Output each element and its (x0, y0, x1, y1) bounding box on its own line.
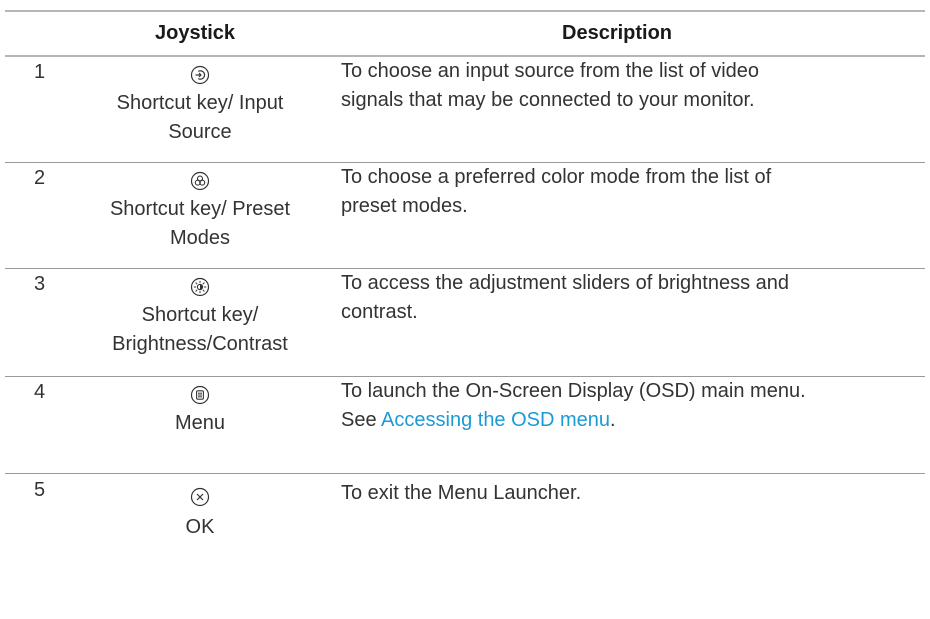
table-row: 4 Menu To launch the On-Screen Display (… (5, 377, 925, 474)
preset-modes-icon (190, 171, 210, 191)
description-column-header: Description (562, 22, 673, 44)
row-number: 5 (34, 479, 46, 501)
table-row: 2 Shortcut key/ Preset Modes To choose a… (5, 163, 925, 269)
table-row: 3 Shortcut key/ Brightness/Contrast To a… (5, 269, 925, 377)
joystick-label-line1: OK (185, 516, 215, 538)
description-line2: signals that may be connected to your mo… (341, 89, 755, 111)
description-line2: contrast. (341, 301, 418, 323)
joystick-label-line2: Modes (169, 227, 231, 249)
row-number: 1 (34, 61, 46, 83)
menu-icon (190, 385, 210, 405)
description-line1: To launch the On-Screen Display (OSD) ma… (341, 380, 806, 402)
joystick-label-line1: Shortcut key/ Input (116, 92, 284, 114)
description-cell: To access the adjustment sliders of brig… (341, 269, 916, 327)
description-see-prefix: See (341, 409, 382, 431)
description-line1: To choose a preferred color mode from th… (341, 166, 772, 188)
description-line1: To choose an input source from the list … (341, 60, 760, 82)
description-line1: To exit the Menu Launcher. (341, 482, 582, 504)
joystick-label-line1: Shortcut key/ (141, 304, 259, 326)
row-number: 4 (34, 381, 46, 403)
description-line1: To access the adjustment sliders of brig… (341, 272, 790, 294)
row-number: 2 (34, 167, 46, 189)
description-line2: See Accessing the OSD menu. (341, 406, 916, 435)
joystick-label-line1: Shortcut key/ Preset (109, 198, 291, 220)
joystick-label-line1: Menu (174, 412, 226, 434)
accessing-osd-menu-link[interactable]: Accessing the OSD menu (381, 409, 610, 431)
exit-icon (190, 487, 210, 507)
table-header: Joystick Description (5, 12, 925, 57)
row-number: 3 (34, 273, 46, 295)
brightness-contrast-icon (190, 277, 210, 297)
joystick-cell: Shortcut key/ Input Source (80, 61, 320, 147)
table-row: 1 Shortcut key/ Input Source To choose a… (5, 57, 925, 163)
description-line2: preset modes. (341, 195, 468, 217)
description-cell: To exit the Menu Launcher. (341, 479, 916, 508)
joystick-column-header: Joystick (155, 22, 236, 44)
joystick-table: Joystick Description 1 Shortcut key/ Inp… (5, 10, 925, 619)
joystick-cell: Menu (80, 381, 320, 438)
description-suffix: . (610, 409, 616, 431)
joystick-cell: OK (80, 483, 320, 542)
joystick-cell: Shortcut key/ Brightness/Contrast (80, 273, 320, 359)
description-cell: To choose an input source from the list … (341, 57, 916, 115)
joystick-cell: Shortcut key/ Preset Modes (80, 167, 320, 253)
description-cell: To choose a preferred color mode from th… (341, 163, 916, 221)
description-cell: To launch the On-Screen Display (OSD) ma… (341, 377, 916, 435)
joystick-label-line2: Brightness/Contrast (112, 333, 288, 355)
table-row: 5 OK To exit the Menu Launcher. (5, 474, 925, 619)
input-source-icon (190, 65, 210, 85)
joystick-label-line2: Source (168, 121, 232, 143)
